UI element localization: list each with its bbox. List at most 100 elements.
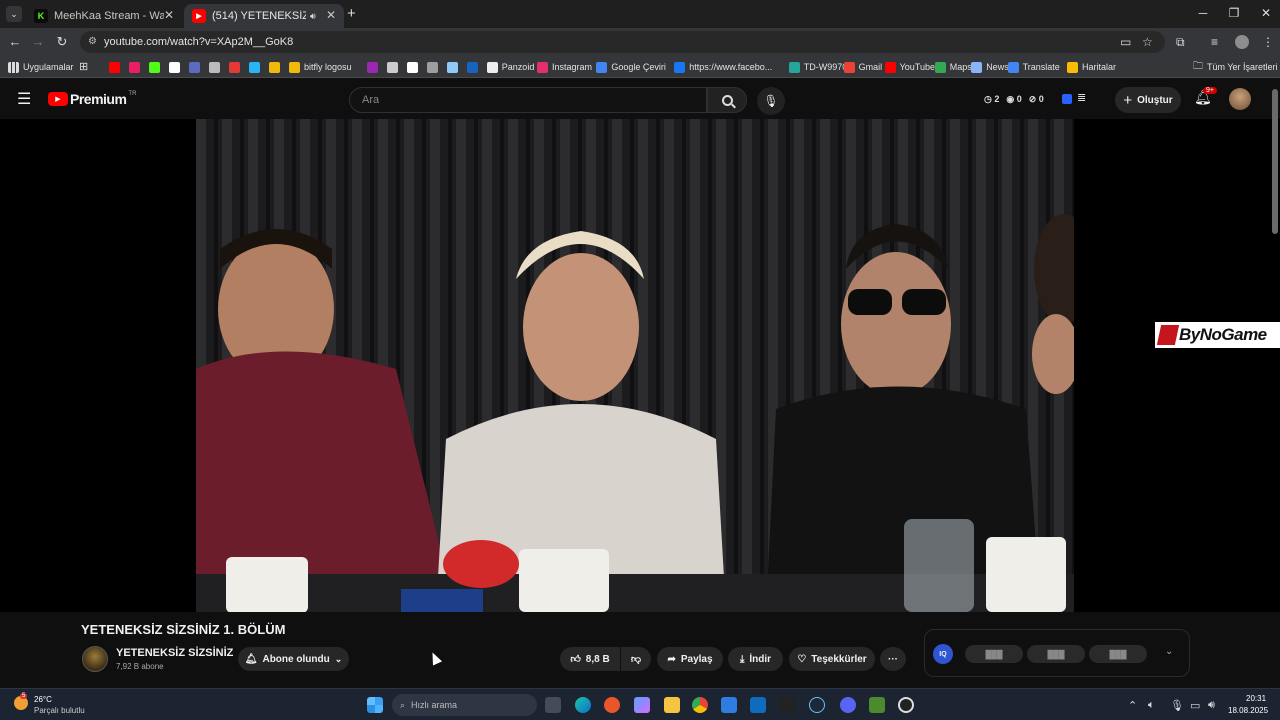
search-input[interactable]: Ara	[349, 87, 707, 113]
bookmark-translate[interactable]: Translate	[1007, 60, 1060, 74]
bookmark-icon-only[interactable]	[249, 60, 264, 74]
task-view-icon[interactable]	[545, 697, 561, 713]
bookmark-icon-only[interactable]	[269, 60, 284, 74]
speaker-icon[interactable]: 🔊︎	[310, 11, 316, 22]
menu-kebab-icon[interactable]: ⋮	[1262, 35, 1274, 49]
app-circle-icon[interactable]	[898, 697, 914, 713]
weather-widget[interactable]: 5 26°C Parçalı bulutlu	[10, 693, 100, 719]
queue-icon[interactable]: ≣	[1077, 91, 1086, 104]
window-close-icon[interactable]: ✕	[1256, 6, 1276, 20]
edge-icon[interactable]	[575, 697, 591, 713]
bookmark-https-www-facebo[interactable]: https://www.facebo...	[674, 60, 772, 74]
bookmark-icon-only[interactable]	[169, 60, 184, 74]
extension-badge-icon[interactable]	[1062, 94, 1072, 104]
epic-games-icon[interactable]	[780, 697, 796, 713]
bookmark-gmail[interactable]: Gmail	[843, 60, 882, 74]
restore-icon[interactable]: ❐	[1224, 6, 1244, 20]
voice-search-button[interactable]: 🎙︎	[757, 87, 785, 115]
steam-icon[interactable]	[809, 697, 825, 713]
bookmark-bitfly-logosu[interactable]: bitfly logosu	[289, 60, 352, 74]
notifications-button[interactable]: 🔔︎ 9+	[1194, 87, 1217, 109]
clock-time[interactable]: 20:31	[1246, 694, 1266, 703]
iq-badge-icon[interactable]: IQ	[933, 644, 953, 664]
tab-search-icon[interactable]: ⌄	[6, 6, 22, 22]
subscribed-button[interactable]: 🔔︎ Abone olundu ⌄	[238, 647, 349, 671]
video-player[interactable]: ByNoGame	[0, 89, 1280, 612]
profile-avatar[interactable]	[1235, 35, 1249, 49]
new-tab-button[interactable]: +	[347, 5, 356, 22]
dislike-button[interactable]: 👎︎	[621, 647, 651, 671]
tab-yeteneksiz-sizsiniz[interactable]: ▶ (514) YETENEKSİZ SİZSİNİZ 🔊︎ ✕	[184, 4, 344, 28]
more-actions-button[interactable]: ···	[880, 647, 906, 671]
bookmark-all[interactable]: 🗀 Tüm Yer İşaretleri	[1193, 60, 1278, 74]
bookmark-apps[interactable]: Uygulamalar	[8, 60, 74, 74]
scrollbar[interactable]	[1272, 89, 1278, 234]
chevron-down-icon[interactable]: ⌄	[1165, 646, 1173, 657]
bookmark-icon-only[interactable]	[466, 60, 482, 74]
channel-avatar[interactable]	[82, 646, 108, 672]
bookmark-youtube[interactable]: YouTube	[884, 60, 935, 74]
bookmark-icon-only[interactable]	[446, 60, 462, 74]
close-tab-icon[interactable]: ✕	[326, 8, 336, 22]
volume-icon[interactable]: 🔊︎	[1208, 699, 1215, 712]
bookmark-haritalar[interactable]: Haritalar	[1067, 60, 1116, 74]
share-button[interactable]: ➦ Paylaş	[657, 647, 723, 671]
bookmark-panzoid[interactable]: Panzoid	[486, 60, 534, 74]
minimize-icon[interactable]: ─	[1193, 6, 1213, 20]
bookmark-icon-only[interactable]	[386, 60, 402, 74]
forward-arrow-icon[interactable]: →	[30, 34, 46, 49]
iq-pill[interactable]: ███	[965, 645, 1023, 663]
address-bar[interactable]: ⚙ youtube.com/watch?v=XAp2M__GoK8	[80, 31, 1165, 53]
bookmark-icon-only[interactable]	[109, 60, 124, 74]
taskbar-search-input[interactable]: ⌕ Hızlı arama	[392, 694, 537, 716]
copilot-icon[interactable]	[634, 697, 650, 713]
grid-icon[interactable]: ⊞	[79, 60, 88, 73]
bookmark-maps[interactable]: Maps	[934, 60, 972, 74]
install-app-icon[interactable]: ▭	[1120, 35, 1131, 49]
user-avatar[interactable]	[1229, 88, 1251, 110]
channel-name[interactable]: YETENEKSİZ SİZSİNİZ	[116, 647, 233, 659]
video-frame[interactable]	[196, 119, 1074, 612]
bookmark-icon-only[interactable]	[189, 60, 204, 74]
bookmark-icon-only[interactable]	[426, 60, 442, 74]
speaker-icon[interactable]: 🔈︎	[1148, 699, 1155, 712]
bookmark-icon-only[interactable]	[129, 60, 144, 74]
chrome-icon[interactable]	[692, 697, 708, 713]
iq-pill[interactable]: ███	[1089, 645, 1147, 663]
iq-pill[interactable]: ███	[1027, 645, 1085, 663]
microphone-icon[interactable]: 🎙︎	[1170, 699, 1184, 712]
bookmark-icon-only[interactable]	[366, 60, 382, 74]
youtube-logo[interactable]: ▶ Premium TR	[48, 91, 136, 107]
windows-start-icon[interactable]	[367, 697, 383, 713]
download-button[interactable]: ⤓ İndir	[728, 647, 783, 671]
discord-icon[interactable]	[840, 697, 856, 713]
bookmark-icon-only[interactable]	[149, 60, 164, 74]
tab-meehkaa-stream[interactable]: K MeehKaa Stream - Watch Live o ✕	[26, 4, 182, 28]
clock-date[interactable]: 18.08.2025	[1228, 706, 1268, 715]
display-icon[interactable]: ▭	[1190, 699, 1200, 712]
bookmark-google-eviri[interactable]: Google Çeviri	[596, 60, 666, 74]
thanks-button[interactable]: ♡ Teşekkürler	[789, 647, 875, 671]
file-explorer-icon[interactable]	[664, 697, 680, 713]
store-icon[interactable]	[721, 697, 737, 713]
bookmark-instagram[interactable]: Instagram	[537, 60, 592, 74]
search-button[interactable]	[707, 87, 747, 113]
app-orange-icon[interactable]	[604, 697, 620, 713]
hamburger-menu-icon[interactable]: ☰	[17, 89, 31, 109]
like-button[interactable]: 👍︎ 8,8 B	[560, 647, 620, 671]
create-button[interactable]: + Oluştur	[1115, 87, 1181, 113]
bookmark-icon-only[interactable]	[229, 60, 244, 74]
back-arrow-icon[interactable]: ←	[7, 34, 23, 49]
site-settings-icon[interactable]: ⚙	[88, 36, 97, 47]
tab-groups-icon[interactable]: ≡	[1211, 35, 1218, 49]
bookmark-td-w9970[interactable]: TD-W9970	[788, 60, 847, 74]
minecraft-icon[interactable]	[869, 697, 885, 713]
close-tab-icon[interactable]: ✕	[164, 8, 174, 22]
extensions-icon[interactable]: ⧉	[1176, 35, 1185, 50]
reload-icon[interactable]: ↻	[54, 34, 70, 50]
bookmark-star-icon[interactable]: ☆	[1142, 35, 1153, 49]
chevron-up-icon[interactable]: ⌃	[1128, 699, 1137, 712]
bookmark-icon-only[interactable]	[406, 60, 422, 74]
bookmark-icon-only[interactable]	[209, 60, 224, 74]
outlook-icon[interactable]	[750, 697, 766, 713]
